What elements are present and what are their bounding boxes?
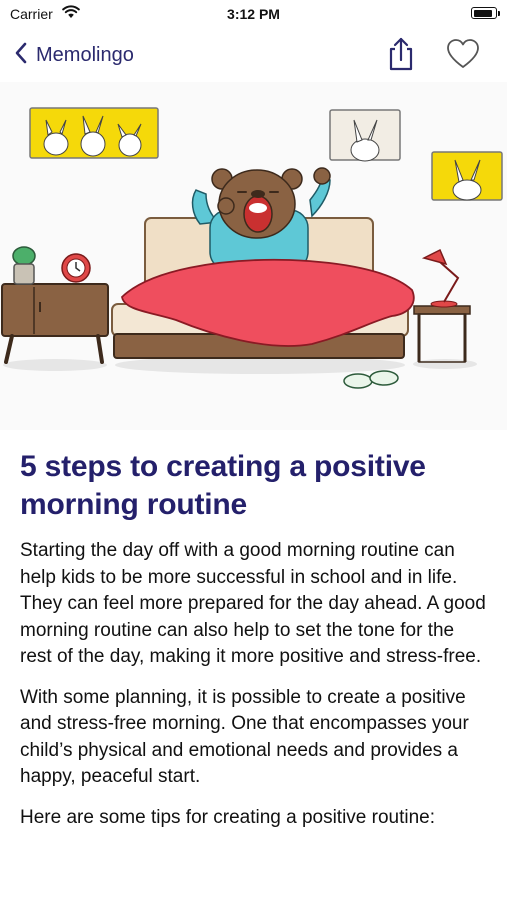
favorite-button[interactable] [446,38,480,70]
article: 5 steps to creating a positive morning r… [20,448,490,845]
picture-frame-bunny-white [329,109,401,162]
heart-icon [447,39,479,68]
chevron-left-icon [14,42,28,69]
article-paragraph: Here are some tips for creating a positi… [20,806,436,828]
navigation-bar: Memolingo [0,30,507,80]
back-button[interactable]: Memolingo [14,38,134,72]
article-title: 5 steps to creating a positive morning r… [20,450,426,521]
nightstand-left [1,246,109,364]
share-button[interactable] [385,36,417,72]
picture-frame-bunny-yellow [431,151,503,201]
hero-illustration [0,82,507,430]
status-bar: Carrier 3:12 PM [0,0,507,30]
back-label: Memolingo [36,43,134,66]
share-icon [389,37,413,71]
slippers [343,370,399,389]
battery-icon [471,7,500,19]
article-paragraph: Starting the day off with a good morning… [20,540,486,667]
article-paragraph: With some planning, it is possible to cr… [20,686,469,788]
status-time: 3:12 PM [227,6,280,22]
nightstand-right [413,248,471,363]
picture-frame-bunnies [29,107,159,159]
